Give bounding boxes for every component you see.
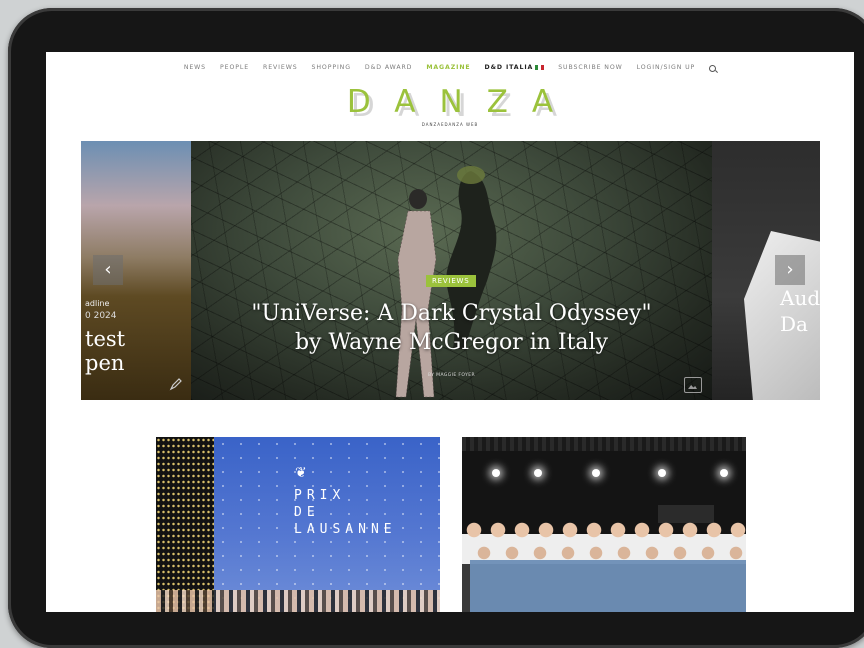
card-title: PRIX DE LAUSANNE	[294, 488, 397, 537]
stage-light	[720, 469, 728, 477]
hero-slider: adline 0 2024 test pen REVIEWS "UniVerse…	[81, 141, 820, 400]
headline-line-1: "UniVerse: A Dark Crystal Odyssey"	[251, 301, 652, 326]
nav-dd-award[interactable]: D&D AWARD	[365, 64, 412, 71]
nav-magazine[interactable]: MAGAZINE	[426, 64, 470, 71]
nav-dd-italia-label: D&D ITALIA	[484, 64, 534, 71]
slide-headline[interactable]: "UniVerse: A Dark Crystal Odyssey" by Wa…	[191, 299, 712, 357]
stage-light	[534, 469, 542, 477]
nav-login[interactable]: LOGIN/SIGN UP	[637, 64, 696, 71]
headline-line-2: by Wayne McGregor in Italy	[294, 330, 609, 355]
confetti-image	[156, 437, 214, 612]
article-card-prix-lausanne[interactable]: ❦ PRIX DE LAUSANNE	[156, 437, 440, 612]
site-logo[interactable]: DANZA	[46, 84, 854, 120]
stage-truss	[462, 437, 746, 451]
nav-news[interactable]: NEWS	[184, 64, 206, 71]
stage-light	[492, 469, 500, 477]
slide-previous-title: test pen	[85, 327, 126, 375]
article-card-group-photo[interactable]	[462, 437, 746, 612]
slider-next-button[interactable]: ›	[775, 255, 805, 285]
slide-previous-kicker: adline	[85, 299, 110, 308]
italy-flag-icon	[535, 64, 545, 70]
nav-people[interactable]: PEOPLE	[220, 64, 249, 71]
logo-subtitle: DANZAEDANZA WEB	[421, 122, 479, 127]
search-icon[interactable]	[709, 65, 717, 72]
stage-light	[592, 469, 600, 477]
dancers-row	[156, 590, 440, 612]
slide-next-title: Aud Da	[780, 286, 820, 336]
slide-current[interactable]: REVIEWS "UniVerse: A Dark Crystal Odysse…	[191, 141, 712, 400]
browser-screen: NEWS PEOPLE REVIEWS SHOPPING D&D AWARD M…	[46, 52, 854, 612]
stage-light	[658, 469, 666, 477]
slide-byline: BY MAGGIE FOYER	[427, 373, 476, 378]
nav-subscribe[interactable]: SUBSCRIBE NOW	[558, 64, 622, 71]
pen-icon	[169, 378, 182, 391]
nav-shopping[interactable]: SHOPPING	[312, 64, 351, 71]
chevron-left-icon: ‹	[104, 259, 112, 280]
nav-reviews[interactable]: REVIEWS	[263, 64, 298, 71]
category-badge[interactable]: REVIEWS	[426, 275, 476, 287]
prix-lausanne-logo-icon: ❦	[295, 464, 307, 480]
gallery-icon	[684, 377, 702, 393]
dancers-front-row	[470, 540, 746, 612]
slide-previous-date: 0 2024	[85, 311, 117, 321]
dancer-figure-front	[395, 189, 437, 398]
main-nav: NEWS PEOPLE REVIEWS SHOPPING D&D AWARD M…	[46, 64, 854, 72]
nav-dd-italia[interactable]: D&D ITALIA	[485, 64, 545, 71]
slider-prev-button[interactable]: ‹	[93, 255, 123, 285]
chevron-right-icon: ›	[786, 259, 794, 280]
tablet-frame: NEWS PEOPLE REVIEWS SHOPPING D&D AWARD M…	[8, 8, 864, 648]
